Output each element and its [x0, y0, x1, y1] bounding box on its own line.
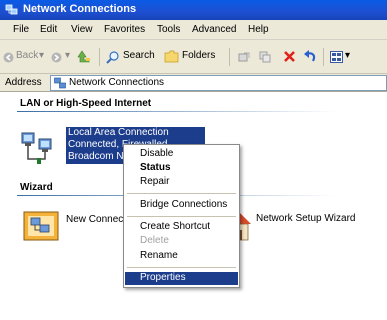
- back-arrow-icon[interactable]: [3, 52, 14, 63]
- toolbar-separator: [99, 48, 100, 66]
- group-divider: [17, 111, 337, 112]
- menu-bar: File Edit View Favorites Tools Advanced …: [0, 20, 387, 40]
- forward-dropdown-icon[interactable]: ▾: [65, 50, 70, 61]
- menu-advanced[interactable]: Advanced: [192, 24, 236, 35]
- connection-device: Broadcom Ne: [68, 151, 130, 162]
- forward-arrow-icon[interactable]: [51, 52, 62, 63]
- menu-view[interactable]: View: [71, 24, 93, 35]
- address-bar: Address Network Connections: [0, 74, 387, 92]
- move-to-icon[interactable]: [238, 51, 250, 63]
- menu-edit[interactable]: Edit: [40, 24, 57, 35]
- new-connection-wizard-label[interactable]: New Connect: [66, 214, 126, 225]
- address-field[interactable]: Network Connections: [50, 75, 387, 91]
- menu-item-create-shortcut[interactable]: Create Shortcut: [125, 221, 238, 234]
- window-title: Network Connections: [23, 3, 137, 15]
- title-bar: Network Connections: [0, 0, 387, 20]
- group-header-lan: LAN or High-Speed Internet: [20, 98, 152, 109]
- undo-icon[interactable]: [303, 50, 317, 63]
- back-dropdown-icon[interactable]: ▾: [39, 50, 44, 61]
- menu-item-rename[interactable]: Rename: [125, 250, 238, 263]
- group-header-wizard: Wizard: [20, 182, 53, 193]
- menu-item-bridge-connections[interactable]: Bridge Connections: [125, 199, 238, 212]
- search-icon[interactable]: [106, 50, 120, 64]
- toolbar-separator: [323, 48, 324, 66]
- menu-favorites[interactable]: Favorites: [104, 24, 145, 35]
- folders-button[interactable]: Folders: [182, 50, 215, 61]
- network-connections-icon: [54, 77, 66, 89]
- search-button[interactable]: Search: [123, 50, 155, 61]
- up-folder-icon[interactable]: [77, 49, 91, 64]
- menu-file[interactable]: File: [13, 24, 29, 35]
- new-connection-wizard-icon[interactable]: [22, 210, 60, 242]
- menu-separator: [127, 193, 236, 194]
- views-dropdown-icon[interactable]: ▾: [345, 50, 350, 61]
- context-menu: Disable Status Repair Bridge Connections…: [123, 144, 240, 288]
- network-setup-wizard-label[interactable]: Network Setup Wizard: [256, 213, 355, 224]
- views-icon[interactable]: [330, 51, 343, 63]
- connection-name: Local Area Connection: [68, 127, 169, 138]
- toolbar-separator: [229, 48, 230, 66]
- network-connections-icon: [5, 4, 18, 15]
- menu-item-repair[interactable]: Repair: [125, 176, 238, 189]
- menu-item-status[interactable]: Status: [125, 162, 238, 175]
- menu-item-disable[interactable]: Disable: [125, 148, 238, 161]
- menu-item-delete: Delete: [140, 235, 169, 246]
- menu-item-properties[interactable]: Properties: [125, 272, 238, 285]
- address-label: Address: [5, 77, 42, 88]
- back-button[interactable]: Back: [16, 50, 38, 61]
- local-area-connection-icon[interactable]: [19, 131, 63, 165]
- folders-icon[interactable]: [164, 50, 179, 63]
- menu-separator: [127, 216, 236, 217]
- menu-tools[interactable]: Tools: [157, 24, 180, 35]
- menu-help[interactable]: Help: [248, 24, 269, 35]
- copy-to-icon[interactable]: [259, 51, 271, 63]
- toolbar: Back ▾ ▾ Search Folders ▾: [0, 40, 387, 74]
- menu-separator: [127, 267, 236, 268]
- delete-icon[interactable]: [283, 50, 296, 63]
- address-value: Network Connections: [69, 77, 165, 88]
